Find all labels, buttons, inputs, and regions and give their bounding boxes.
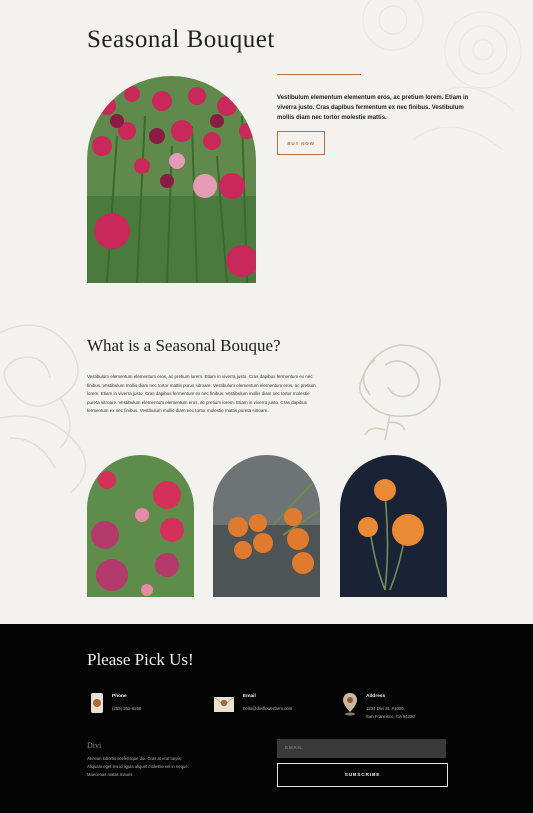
phone-value[interactable]: (255) 352-6258 — [112, 705, 141, 713]
about-paragraph: Vestibulum elementum elementum eros, ac … — [87, 374, 316, 414]
buy-now-button[interactable]: BUY NOW — [277, 131, 325, 155]
bouquet-image-2 — [213, 455, 320, 597]
subscribe-button[interactable]: SUBSCRIBE — [277, 763, 448, 787]
contact-address: Address 1234 Divi St. #1000, San Francis… — [342, 692, 415, 721]
email-label: Email — [243, 694, 256, 699]
intro-paragraph: Vestibulum elementum elementum eros, ac … — [277, 95, 469, 121]
flower-line-art-icon — [0, 324, 87, 494]
phone-label: Phone — [112, 694, 127, 699]
address-label: Address — [366, 694, 386, 699]
footer: Please Pick Us! Phone (255) 352-6258 Ema… — [0, 624, 533, 813]
page: Seasonal Bouquet Vestibulum elementum el… — [0, 0, 533, 813]
map-pin-icon — [343, 693, 357, 716]
page-title: Seasonal Bouquet — [87, 26, 275, 53]
contact-email: Email hello@diviflowerfarm.com — [213, 692, 292, 714]
accent-divider — [277, 74, 361, 75]
phone-icon — [91, 693, 103, 713]
envelope-icon — [213, 696, 235, 712]
flower-decoration — [362, 0, 522, 151]
address-line2: San Francisco, CA 94220 — [366, 714, 415, 719]
footer-brand-text: Aenean lobortis scelerisque dui. Cras at… — [87, 756, 189, 777]
newsletter-email-input[interactable] — [277, 739, 446, 758]
footer-brand: Divi — [87, 741, 102, 750]
bouquet-hero-image — [87, 76, 256, 283]
email-value[interactable]: hello@diviflowerfarm.com — [243, 705, 292, 713]
section-title: What is a Seasonal Bouque? — [87, 336, 281, 355]
bouquet-image-1 — [87, 455, 194, 597]
contact-phone: Phone (255) 352-6258 — [90, 692, 141, 714]
footer-title: Please Pick Us! — [87, 650, 194, 669]
bouquet-image-3 — [340, 455, 447, 597]
address-line1: 1234 Divi St. #1000, — [366, 706, 405, 711]
peony-line-art-icon — [358, 344, 441, 441]
